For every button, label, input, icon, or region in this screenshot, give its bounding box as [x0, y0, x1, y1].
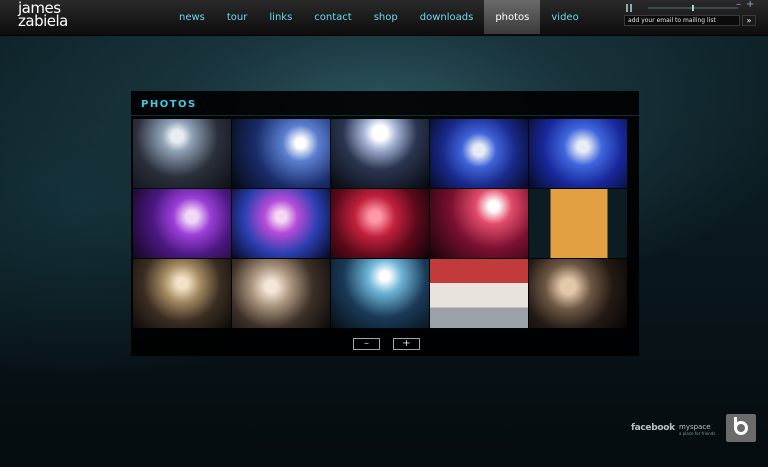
nav-item-links[interactable]: links [258, 0, 303, 34]
volume-slider[interactable] [648, 5, 738, 11]
photo-image [232, 189, 330, 258]
pause-icon[interactable] [626, 4, 632, 12]
nav-item-video[interactable]: video [540, 0, 589, 34]
nav-item-contact[interactable]: contact [303, 0, 362, 34]
panel-title: PHOTOS [141, 99, 197, 110]
nav-item-photos[interactable]: photos [484, 0, 541, 34]
volume-down-button[interactable]: – [736, 0, 741, 10]
myspace-tagline: a place for friends [679, 431, 716, 436]
photo-image [529, 189, 627, 258]
site-logo[interactable]: james zabiela [18, 1, 68, 30]
photo-image [430, 189, 528, 258]
top-bar: james zabiela news tour links contact sh… [0, 0, 768, 36]
photo-image [232, 119, 330, 188]
nav-item-news[interactable]: news [168, 0, 216, 34]
photo-thumbnail[interactable] [232, 119, 330, 188]
photo-image [331, 119, 429, 188]
photo-thumbnail[interactable] [529, 189, 627, 258]
facebook-link[interactable]: facebook [631, 423, 675, 433]
photo-thumbnail[interactable] [331, 189, 429, 258]
photo-thumbnail[interactable] [232, 189, 330, 258]
photos-panel: PHOTOS – + [131, 91, 639, 356]
nav-item-downloads[interactable]: downloads [409, 0, 485, 34]
photo-image [430, 259, 528, 328]
photo-thumbnail[interactable] [133, 259, 231, 328]
photo-image [529, 259, 627, 328]
photo-image [331, 189, 429, 258]
photo-image [331, 259, 429, 328]
volume-up-button[interactable]: + [746, 0, 754, 10]
photo-image [133, 189, 231, 258]
photo-image [133, 119, 231, 188]
myspace-label: myspace [679, 423, 711, 431]
music-player: – + [626, 0, 754, 12]
photo-image [232, 259, 330, 328]
main-nav: news tour links contact shop downloads p… [168, 0, 590, 34]
photo-grid [133, 119, 633, 329]
mailing-list-submit-button[interactable]: » [742, 15, 756, 26]
photo-thumbnail[interactable] [331, 259, 429, 328]
photo-image [529, 119, 627, 188]
next-page-button[interactable]: + [393, 338, 420, 350]
photo-thumbnail[interactable] [529, 119, 627, 188]
photo-thumbnail[interactable] [232, 259, 330, 328]
mailing-list-input[interactable]: add your email to mailing list [624, 15, 740, 26]
photo-thumbnail[interactable] [430, 189, 528, 258]
nav-item-tour[interactable]: tour [216, 0, 259, 34]
photo-image [133, 259, 231, 328]
photo-thumbnail[interactable] [133, 189, 231, 258]
logo-line-2: zabiela [18, 12, 68, 30]
volume-knob[interactable] [692, 5, 694, 11]
myspace-link[interactable]: myspace a place for friends [679, 423, 715, 436]
previous-page-button[interactable]: – [353, 338, 380, 350]
bebo-icon-ring [734, 421, 748, 435]
photo-thumbnail[interactable] [133, 119, 231, 188]
photo-thumbnail[interactable] [529, 259, 627, 328]
bebo-icon[interactable] [726, 414, 756, 442]
photo-thumbnail[interactable] [430, 259, 528, 328]
photo-image [430, 119, 528, 188]
photo-thumbnail[interactable] [331, 119, 429, 188]
nav-item-shop[interactable]: shop [363, 0, 409, 34]
photo-thumbnail[interactable] [430, 119, 528, 188]
panel-divider [131, 115, 639, 116]
